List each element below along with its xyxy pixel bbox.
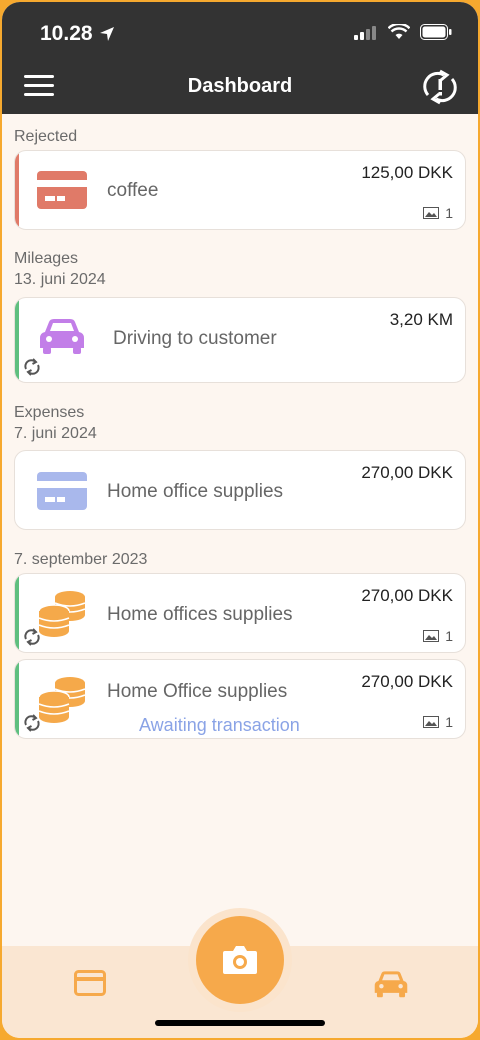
expense-card-home-office-supplies-awaiting[interactable]: Home Office supplies Awaiting transactio… [14, 659, 466, 739]
card-title: Home office supplies [107, 481, 284, 502]
status-stripe [15, 660, 19, 738]
card-icon [37, 472, 87, 510]
attachment-count: 1 [423, 714, 453, 730]
car-icon [40, 319, 84, 354]
wifi-icon [388, 24, 410, 39]
image-icon [423, 207, 440, 219]
sync-warning-button[interactable] [420, 69, 460, 105]
card-title: coffee [107, 180, 159, 201]
sync-icon [24, 714, 40, 732]
image-icon [423, 716, 440, 728]
expense-card-coffee[interactable]: coffee 125,00 DKK 1 [14, 150, 466, 230]
section-date-september: 7. september 2023 [14, 551, 148, 568]
section-date-expenses: 7. juni 2024 [14, 425, 97, 442]
clock: 10.28 [40, 22, 93, 45]
section-label-expenses: Expenses [14, 404, 85, 421]
status-time: 10.28 [40, 22, 115, 46]
mileage-nav-car-icon[interactable] [374, 970, 408, 998]
expenses-nav-card-icon[interactable] [74, 970, 106, 996]
attachment-count: 1 [423, 628, 453, 644]
section-date-mileages: 13. juni 2024 [14, 271, 106, 288]
attachment-count: 1 [423, 205, 453, 221]
location-arrow-icon [99, 27, 114, 41]
section-label-mileages: Mileages [14, 250, 79, 267]
status-stripe [15, 298, 19, 382]
card-title: Driving to customer [113, 328, 277, 349]
card-title: Home Office supplies [107, 681, 288, 702]
sync-icon [24, 358, 40, 376]
status-stripe [15, 574, 19, 652]
expense-card-home-offices-supplies[interactable]: Home offices supplies 270,00 DKK 1 [14, 573, 466, 653]
coins-icon [38, 591, 86, 637]
transaction-status: Awaiting transaction [139, 715, 300, 735]
section-label-rejected: Rejected [14, 128, 78, 145]
card-icon [37, 171, 87, 209]
coins-icon [38, 677, 86, 723]
expense-card-home-office-supplies[interactable]: Home office supplies 270,00 DKK [14, 450, 466, 530]
top-bar: 10.28 Dashboard [2, 2, 478, 114]
status-icons [354, 24, 452, 40]
card-amount: 125,00 DKK [361, 163, 453, 182]
sync-icon [24, 628, 40, 646]
camera-button[interactable] [188, 908, 292, 1012]
card-title: Home offices supplies [107, 604, 293, 625]
page-title: Dashboard [187, 75, 293, 97]
home-indicator [155, 1020, 325, 1026]
status-stripe [15, 151, 19, 229]
card-amount: 270,00 DKK [361, 586, 453, 605]
app-screen: 10.28 Dashboard Rejected coffee 125,00 D… [2, 2, 478, 1038]
camera-icon [223, 946, 257, 974]
image-icon [423, 630, 440, 642]
cellular-signal-icon [354, 26, 376, 40]
battery-icon [420, 24, 452, 40]
card-amount: 270,00 DKK [361, 672, 453, 691]
mileage-card-driving[interactable]: Driving to customer 3,20 KM [14, 297, 466, 383]
card-amount: 270,00 DKK [361, 463, 453, 482]
card-amount: 3,20 KM [389, 310, 453, 329]
